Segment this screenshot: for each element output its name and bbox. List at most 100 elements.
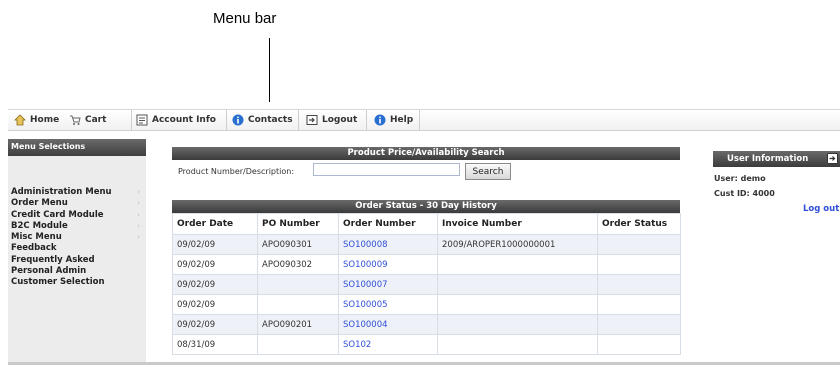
invoice-number-cell: 2009/AROPER1000000001 [437,234,598,255]
order-date-cell: 08/31/09 [172,334,258,355]
order-date-cell: 09/02/09 [172,314,258,335]
chevron-right-icon: › [137,199,140,208]
search-button[interactable]: Search [465,163,511,180]
order-status-cell [597,274,681,295]
info-icon [232,114,244,126]
chevron-right-icon: › [137,233,140,242]
order-status-cell [597,254,681,275]
sidebar-item-credit-card-module[interactable]: Credit Card Module › [8,210,146,221]
menu-item-home[interactable]: Home [10,110,63,130]
menu-separator [226,110,227,130]
table-row: 09/02/09 APO090301 SO100008 2009/AROPER1… [172,234,681,255]
column-header-order-date: Order Date [172,213,258,235]
logout-icon [306,115,318,125]
invoice-number-cell [437,314,598,335]
column-header-invoice-number: Invoice Number [437,213,598,235]
table-row: 09/02/09 SO100005 [172,294,681,315]
sidebar-item-label: Feedback [11,243,57,254]
table-header-row: Order Date PO Number Order Number Invoic… [172,213,681,235]
sidebar-item-label: Administration Menu [11,187,112,197]
menu-item-cart[interactable]: Cart [65,110,110,130]
customer-id-text: Cust ID: 4000 [714,189,775,198]
sidebar-title: Menu Selections [8,139,146,156]
menu-item-help[interactable]: Help [370,110,417,130]
table-row: 08/31/09 SO102 [172,334,681,355]
invoice-number-cell [437,274,598,295]
sidebar-item-b2c-module[interactable]: B2C Module › [8,221,146,232]
sidebar-item-personal-admin[interactable]: Personal Admin [8,266,146,277]
order-number-cell: SO100005 [338,294,438,315]
sidebar-item-label: Customer Selection [11,277,105,288]
user-information-label: User Information [727,154,809,164]
logout-link[interactable]: Log out [803,204,839,214]
sidebar-item-order-menu[interactable]: Order Menu › [8,198,146,209]
order-number-link[interactable]: SO100009 [343,260,388,270]
sidebar-item-misc-menu[interactable]: Misc Menu › [8,232,146,243]
column-header-po-number: PO Number [257,213,339,235]
column-header-order-number: Order Number [338,213,438,235]
invoice-number-cell [437,334,598,355]
invoice-number-cell [437,254,598,275]
order-status-cell [597,314,681,335]
order-date-cell: 09/02/09 [172,274,258,295]
order-status-cell [597,334,681,355]
sidebar-item-administration-menu[interactable]: Administration Menu › [8,187,146,198]
sidebar-item-feedback[interactable]: Feedback [8,243,146,254]
menu-separator [366,110,367,130]
order-number-link[interactable]: SO100004 [343,320,388,330]
chevron-right-icon: › [137,210,140,219]
table-row: 09/02/09 APO090302 SO100009 [172,254,681,275]
order-status-cell [597,294,681,315]
table-row: 09/02/09 APO090201 SO100004 [172,314,681,335]
menu-bar: Home Cart Account Info Contacts Logout H… [8,109,840,131]
menu-item-contacts[interactable]: Contacts [228,110,297,130]
po-number-cell: APO090201 [257,314,339,335]
order-number-cell: SO100008 [338,234,438,255]
product-search-label: Product Number/Description: [178,167,295,176]
order-status-title: Order Status - 30 Day History [172,200,680,213]
menu-item-logout[interactable]: Logout [302,110,361,130]
user-name-text: User: demo [714,174,766,183]
menu-item-label: Cart [85,115,107,125]
order-date-cell: 09/02/09 [172,294,258,315]
po-number-cell [257,294,339,315]
menu-separator [419,110,420,130]
po-number-cell: APO090302 [257,254,339,275]
order-number-link[interactable]: SO100008 [343,240,388,250]
menu-item-label: Home [30,115,60,125]
order-number-link[interactable]: SO100005 [343,300,388,310]
logout-icon[interactable] [827,153,838,164]
po-number-cell: APO090301 [257,234,339,255]
account-info-icon [136,114,148,126]
chevron-right-icon: › [137,188,140,196]
order-date-cell: 09/02/09 [172,254,258,275]
sidebar-item-label: Misc Menu [11,232,62,243]
invoice-number-cell [437,294,598,315]
product-search-title: Product Price/Availability Search [172,147,680,160]
order-number-cell: SO100004 [338,314,438,335]
sidebar-item-label: Personal Admin [11,266,87,277]
menu-item-label: Contacts [248,115,293,125]
order-number-cell: SO100009 [338,254,438,275]
menu-bar-annotation-label: Menu bar [213,10,277,27]
order-number-link[interactable]: SO102 [343,340,371,350]
po-number-cell [257,334,339,355]
menu-item-account-info[interactable]: Account Info [132,110,220,130]
menu-separator [298,110,299,130]
sidebar-item-label: Frequently Asked [11,254,95,265]
annotation-pointer-line [269,38,270,102]
cart-icon [70,115,81,125]
order-status-table: Order Date PO Number Order Number Invoic… [172,213,681,355]
sidebar-item-frequently-asked[interactable]: Frequently Asked [8,255,146,266]
chevron-right-icon: › [137,221,140,230]
sidebar-item-label: Credit Card Module [11,209,104,220]
order-date-cell: 09/02/09 [172,234,258,255]
product-search-input[interactable] [313,163,460,176]
order-status-cell [597,234,681,255]
order-number-cell: SO102 [338,334,438,355]
sidebar-menu: Administration Menu › Order Menu › Credit … [8,187,146,289]
column-header-order-status: Order Status [597,213,681,235]
sidebar-item-customer-selection[interactable]: Customer Selection [8,277,146,288]
page-bottom-edge [8,362,840,365]
order-number-link[interactable]: SO100007 [343,280,388,290]
